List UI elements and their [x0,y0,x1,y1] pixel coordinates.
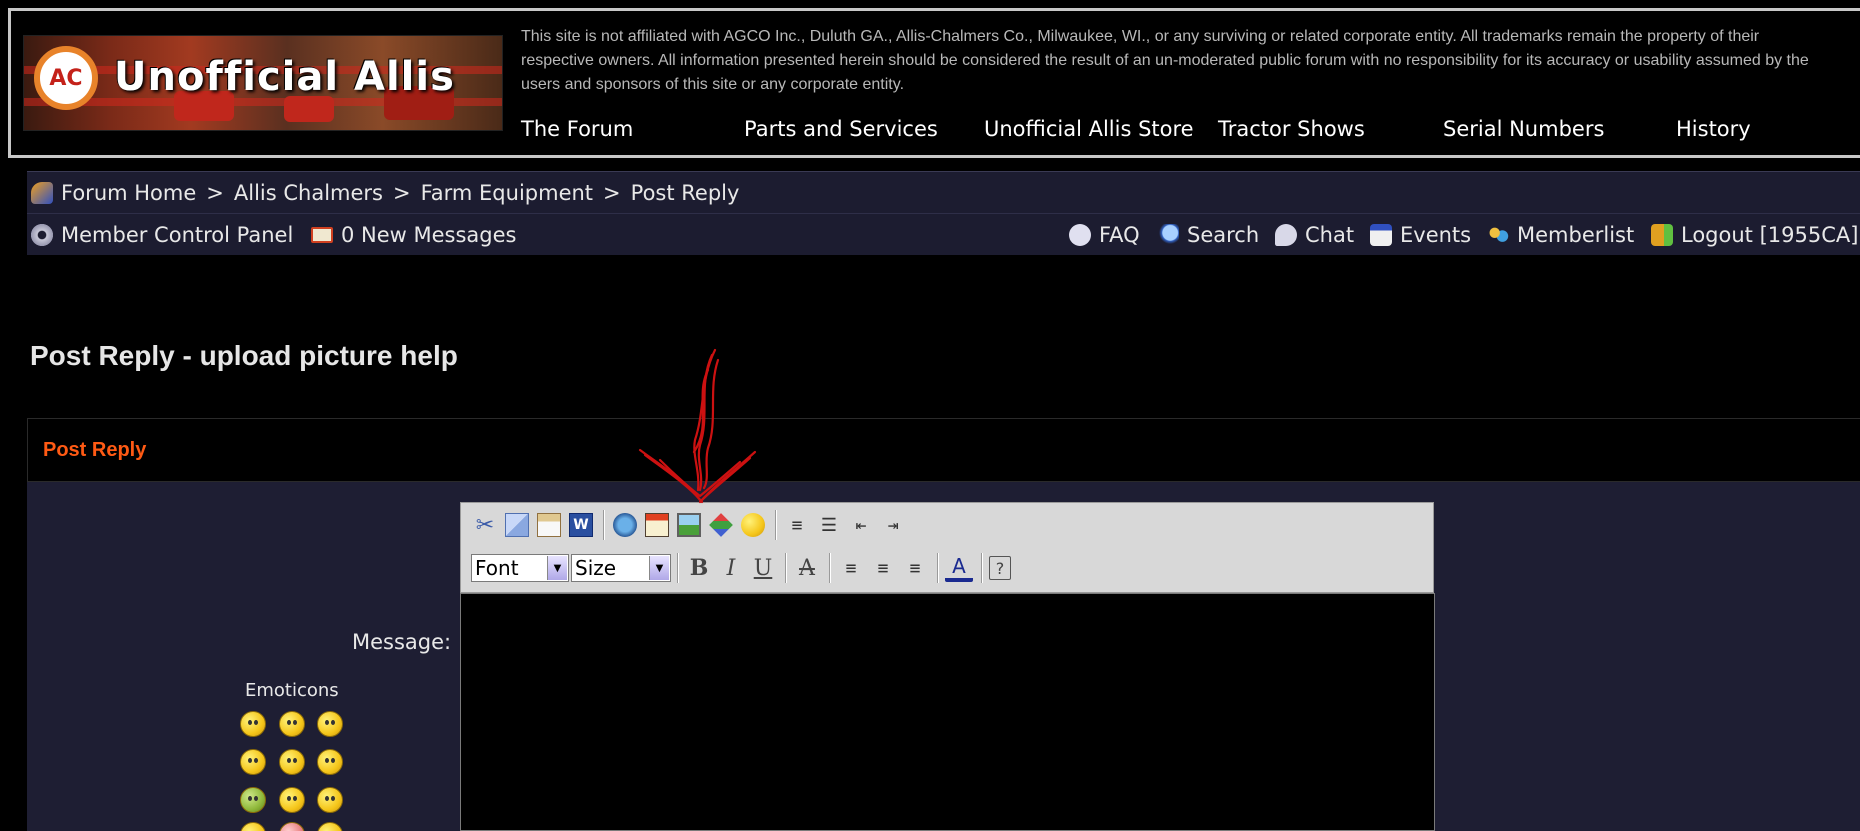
calendar-icon [1370,224,1392,246]
ac-logo-badge: AC [34,46,98,110]
align-center-icon[interactable]: ≡ [869,554,897,582]
bullet-list-icon[interactable]: ☰ [815,511,843,539]
memberlist-link[interactable]: Memberlist [1487,214,1634,256]
help-icon [1069,224,1091,246]
logout-link[interactable]: Logout [1955CA] [1651,214,1858,256]
breadcrumb-forum-home[interactable]: Forum Home [61,181,196,205]
panel-heading: Post Reply [43,439,147,461]
new-messages-link[interactable]: 0 New Messages [311,214,517,256]
shocked-smiley-icon[interactable] [317,787,343,813]
member-bar: Member Control Panel 0 New Messages FAQ … [27,213,1860,255]
italic-button[interactable]: I [717,554,745,582]
nav-tractor-shows[interactable]: Tractor Shows [1218,117,1365,141]
text-color-button[interactable]: A [945,554,973,582]
underline-button[interactable]: U [749,554,777,582]
chevron-down-icon: ▼ [649,556,669,580]
surprised-smiley-icon[interactable] [279,711,305,737]
toolbar-row-2: Font ▼ Size ▼ B I U A ≡ ≡ ≡ A ? [471,551,1015,585]
confused-smiley-icon[interactable] [240,749,266,775]
breadcrumb: Forum Home > Allis Chalmers > Farm Equip… [31,172,739,214]
nav-parts-and-services[interactable]: Parts and Services [744,117,938,141]
events-link[interactable]: Events [1370,214,1471,256]
search-link[interactable]: Search [1157,214,1259,256]
annotation-arrow-icon [638,348,757,504]
site-header: AC Unofficial Allis This site is not aff… [8,8,1860,158]
smiley-icon[interactable] [240,711,266,737]
chat-icon [1275,224,1297,246]
gear-icon [31,224,53,246]
paste-icon[interactable] [535,511,563,539]
breadcrumb-post-reply: Post Reply [630,181,740,205]
envelope-icon [311,227,333,243]
tongue-smiley-icon[interactable] [279,787,305,813]
wink-smiley-icon[interactable] [317,711,343,737]
members-icon [1487,224,1509,246]
numbered-list-icon[interactable]: ≡ [783,511,811,539]
faq-link[interactable]: FAQ [1069,214,1140,256]
member-control-panel-link[interactable]: Member Control Panel [31,214,293,256]
help-button[interactable]: ? [989,556,1011,580]
indent-icon[interactable]: ⇥ [879,511,907,539]
sick-smiley-icon[interactable] [240,787,266,813]
outdent-icon[interactable]: ⇤ [847,511,875,539]
nav-unofficial-allis-store[interactable]: Unofficial Allis Store [984,117,1194,141]
breadcrumb-bar: Forum Home > Allis Chalmers > Farm Equip… [27,171,1860,213]
strikethrough-icon[interactable]: A [793,554,821,582]
forum-home-icon [31,182,53,204]
paste-word-icon[interactable]: W [567,511,595,539]
page-title: Post Reply - upload picture help [30,340,458,371]
chevron-down-icon: ▼ [547,556,567,580]
logo-title: Unofficial Allis [114,54,455,100]
font-select[interactable]: Font ▼ [471,554,569,582]
post-reply-header: Post Reply [27,418,1860,482]
bold-button[interactable]: B [685,554,713,582]
grin-smiley-icon[interactable] [279,749,305,775]
message-editor[interactable] [460,593,1435,831]
nav-the-forum[interactable]: The Forum [521,117,633,141]
chat-link[interactable]: Chat [1275,214,1354,256]
site-logo[interactable]: AC Unofficial Allis [23,35,503,131]
search-icon [1157,224,1179,246]
emoticons-label: Emoticons [245,680,339,701]
nav-serial-numbers[interactable]: Serial Numbers [1443,117,1604,141]
message-label: Message: [352,630,452,654]
door-exit-icon [1651,224,1673,246]
copy-icon[interactable] [503,511,531,539]
disclaimer-text: This site is not affiliated with AGCO In… [521,28,1809,93]
happy-smiley-icon[interactable] [317,749,343,775]
size-select[interactable]: Size ▼ [571,554,671,582]
align-left-icon[interactable]: ≡ [837,554,865,582]
nav-history[interactable]: History [1676,117,1751,141]
align-right-icon[interactable]: ≡ [901,554,929,582]
breadcrumb-allis-chalmers[interactable]: Allis Chalmers [234,181,383,205]
cut-icon[interactable]: ✂ [471,511,499,539]
breadcrumb-farm-equipment[interactable]: Farm Equipment [421,181,593,205]
